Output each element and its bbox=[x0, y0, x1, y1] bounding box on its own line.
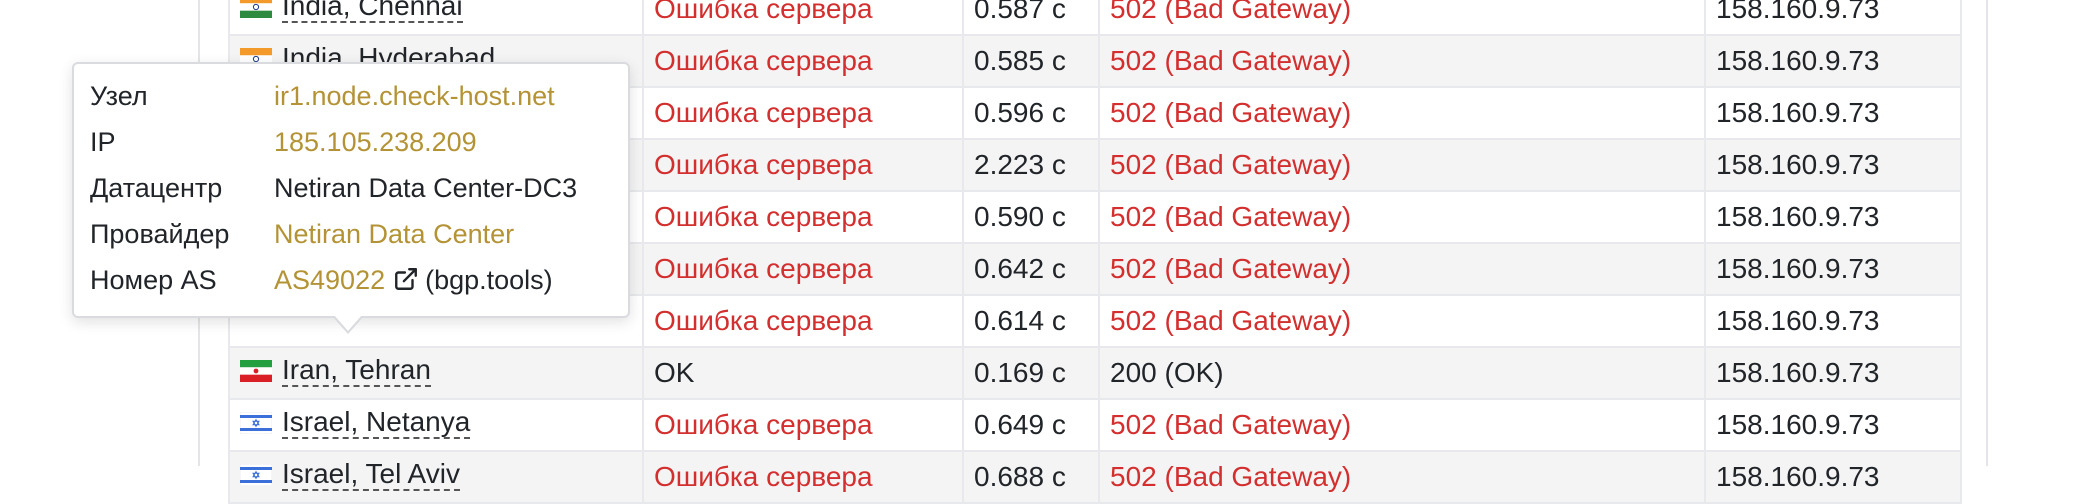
ip-link[interactable]: 185.105.238.209 bbox=[274, 122, 477, 162]
status-code-cell: 502 (Bad Gateway) bbox=[1098, 86, 1706, 140]
result-cell: Ошибка сервера bbox=[642, 86, 964, 140]
time-cell: 0.688 с bbox=[962, 450, 1100, 504]
status-code-cell: 502 (Bad Gateway) bbox=[1098, 450, 1706, 504]
ip-cell: 158.160.9.73 bbox=[1704, 190, 1962, 244]
external-link-icon[interactable] bbox=[393, 263, 419, 303]
ip-cell: 158.160.9.73 bbox=[1704, 242, 1962, 296]
status-code-cell: 502 (Bad Gateway) bbox=[1098, 34, 1706, 88]
location-link[interactable]: Israel, Tel Aviv bbox=[282, 459, 460, 491]
result-cell: Ошибка сервера bbox=[642, 190, 964, 244]
node-label: Узел bbox=[90, 81, 148, 111]
asn-label: Номер AS bbox=[90, 265, 217, 295]
time-cell: 0.642 с bbox=[962, 242, 1100, 296]
ip-cell: 158.160.9.73 bbox=[1704, 346, 1962, 400]
time-cell: 0.614 с bbox=[962, 294, 1100, 348]
time-cell: 0.169 с bbox=[962, 346, 1100, 400]
ip-cell: 158.160.9.73 bbox=[1704, 0, 1962, 36]
table-row: Israel, Netanya Ошибка сервера 0.649 с 502 … bbox=[228, 398, 1962, 452]
result-cell: Ошибка сервера bbox=[642, 242, 964, 296]
time-cell: 2.223 с bbox=[962, 138, 1100, 192]
status-code-cell: 502 (Bad Gateway) bbox=[1098, 294, 1706, 348]
table-row: Israel, Tel Aviv Ошибка сервера 0.688 с 502… bbox=[228, 450, 1962, 504]
status-code-cell: 502 (Bad Gateway) bbox=[1098, 138, 1706, 192]
node-link[interactable]: ir1.node.check-host.net bbox=[274, 76, 555, 116]
asn-value: AS49022 (bgp.tools) bbox=[274, 260, 553, 303]
ip-cell: 158.160.9.73 bbox=[1704, 450, 1962, 504]
result-cell: Ошибка сервера bbox=[642, 294, 964, 348]
asn-suffix: (bgp.tools) bbox=[425, 265, 553, 295]
ip-cell: 158.160.9.73 bbox=[1704, 294, 1962, 348]
ip-cell: 158.160.9.73 bbox=[1704, 34, 1962, 88]
status-code-cell: 200 (OK) bbox=[1098, 346, 1706, 400]
table-row: Iran, Tehran OK 0.169 с 200 (OK) 158.160.9.7… bbox=[228, 346, 1962, 400]
datacenter-label: Датацентр bbox=[90, 173, 223, 203]
table-row: India, Chennai Ошибка сервера 0.587 с 502 (… bbox=[228, 0, 1962, 36]
asn-link[interactable]: AS49022 bbox=[274, 265, 385, 295]
location-link[interactable]: Iran, Tehran bbox=[282, 355, 431, 387]
provider-link[interactable]: Netiran Data Center bbox=[274, 214, 514, 254]
time-cell: 0.649 с bbox=[962, 398, 1100, 452]
location-cell: India, Chennai bbox=[228, 0, 644, 36]
ip-cell: 158.160.9.73 bbox=[1704, 138, 1962, 192]
location-link[interactable]: Israel, Netanya bbox=[282, 407, 471, 439]
result-cell: Ошибка сервера bbox=[642, 34, 964, 88]
result-cell: Ошибка сервера bbox=[642, 398, 964, 452]
iran-flag bbox=[240, 360, 272, 382]
ip-cell: 158.160.9.73 bbox=[1704, 86, 1962, 140]
israel-flag bbox=[240, 412, 272, 434]
time-cell: 0.596 с bbox=[962, 86, 1100, 140]
result-cell: Ошибка сервера bbox=[642, 0, 964, 36]
status-code-cell: 502 (Bad Gateway) bbox=[1098, 0, 1706, 36]
status-code-cell: 502 (Bad Gateway) bbox=[1098, 190, 1706, 244]
result-cell: OK bbox=[642, 346, 964, 400]
time-cell: 0.585 с bbox=[962, 34, 1100, 88]
israel-flag bbox=[240, 464, 272, 486]
time-cell: 0.587 с bbox=[962, 0, 1100, 36]
status-code-cell: 502 (Bad Gateway) bbox=[1098, 242, 1706, 296]
status-code-cell: 502 (Bad Gateway) bbox=[1098, 398, 1706, 452]
india-flag bbox=[240, 0, 272, 18]
provider-label: Провайдер bbox=[90, 219, 230, 249]
result-cell: Ошибка сервера bbox=[642, 450, 964, 504]
ip-label: IP bbox=[90, 127, 116, 157]
ip-cell: 158.160.9.73 bbox=[1704, 398, 1962, 452]
datacenter-value: Netiran Data Center-DC3 bbox=[274, 173, 578, 203]
page-border-right bbox=[1986, 0, 1988, 466]
location-cell: Israel, Netanya bbox=[228, 398, 644, 452]
location-link[interactable]: India, Chennai bbox=[282, 0, 463, 23]
node-info-popover: Узел ir1.node.check-host.net IP 185.105.… bbox=[72, 62, 630, 334]
result-cell: Ошибка сервера bbox=[642, 138, 964, 192]
time-cell: 0.590 с bbox=[962, 190, 1100, 244]
location-cell: Iran, Tehran bbox=[228, 346, 644, 400]
location-cell: Israel, Tel Aviv bbox=[228, 450, 644, 504]
